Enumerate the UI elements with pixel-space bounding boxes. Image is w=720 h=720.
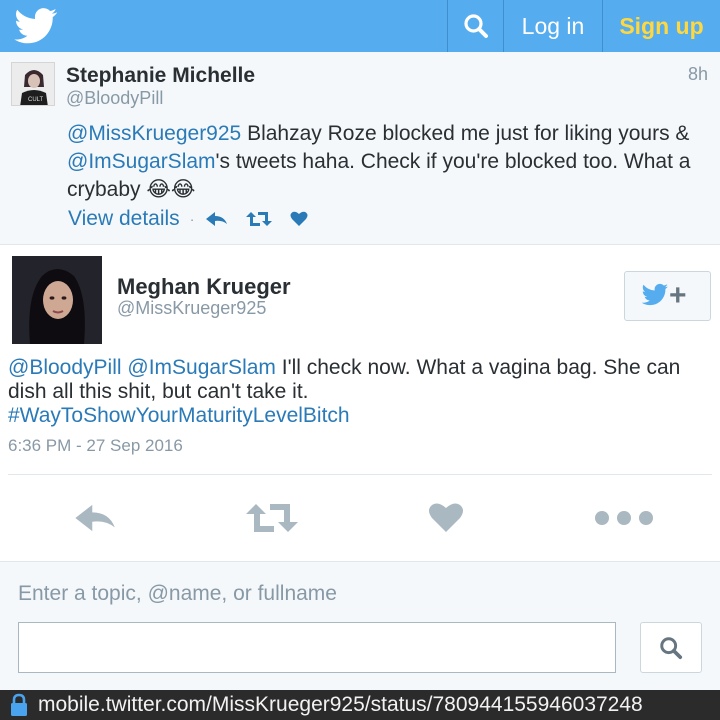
separator-dot: · [189,211,195,227]
search-input[interactable] [18,622,616,673]
search-icon [463,14,488,38]
retweet-icon [246,504,298,532]
retweet-button[interactable] [222,476,322,560]
like-icon [429,503,463,532]
login-link[interactable]: Log in [503,0,602,52]
tweet-actions [0,476,720,560]
view-details-link[interactable]: View details [68,207,180,231]
reply-icon [75,504,115,532]
parent-tweet[interactable]: CULT Stephanie Michelle @BloodyPill 8h @… [0,52,720,245]
top-navigation-bar: Log in Sign up [0,0,720,52]
author-handle[interactable]: @BloodyPill [66,88,163,109]
emoji: 😂😂 [146,178,196,201]
follow-plus: + [669,279,687,312]
avatar[interactable] [12,256,102,344]
like-icon[interactable] [290,211,308,227]
search-submit-button[interactable] [640,622,702,673]
signup-link[interactable]: Sign up [602,0,720,52]
hashtag-link[interactable]: #WayToShowYourMaturityLevelBitch [8,404,350,427]
reply-icon[interactable] [206,211,228,227]
tweet-text-segment: Blahzay Roze blocked me just for liking … [241,122,690,145]
search-panel: Enter a topic, @name, or fullname [0,561,720,690]
retweet-icon[interactable] [246,211,273,227]
mention-link[interactable]: @ImSugarSlam [67,150,216,173]
tweet-text: @MissKrueger925 Blahzay Roze blocked me … [67,120,712,204]
reply-button[interactable] [46,476,146,560]
like-button[interactable] [396,476,496,560]
browser-url-bar[interactable]: mobile.twitter.com/MissKrueger925/status… [0,690,720,720]
tweet-timestamp[interactable]: 6:36 PM - 27 Sep 2016 [8,436,183,456]
more-icon [595,511,653,525]
divider [8,474,712,475]
avatar[interactable]: CULT [11,62,55,106]
follow-plus-icon [641,283,668,306]
author-name[interactable]: Stephanie Michelle [66,64,255,88]
tweet-time[interactable]: 8h [688,64,708,85]
twitter-bird-icon[interactable] [14,8,58,44]
tweet-actions: View details · [68,206,326,232]
mention-link[interactable]: @ImSugarSlam [127,356,276,379]
search-button[interactable] [447,0,503,52]
search-icon [660,636,683,659]
more-button[interactable] [574,476,674,560]
mention-link[interactable]: @MissKrueger925 [67,122,241,145]
tweet-text: @BloodyPill @ImSugarSlam I'll check now.… [8,356,712,428]
avatar-shirt-text: CULT [28,97,44,103]
search-label: Enter a topic, @name, or fullname [18,582,337,605]
url-text[interactable]: mobile.twitter.com/MissKrueger925/status… [38,693,643,717]
mention-link[interactable]: @BloodyPill [8,356,122,379]
follow-button[interactable]: + [624,271,711,321]
lock-icon [9,693,29,717]
author-handle[interactable]: @MissKrueger925 [117,298,266,319]
author-name[interactable]: Meghan Krueger [117,274,291,300]
